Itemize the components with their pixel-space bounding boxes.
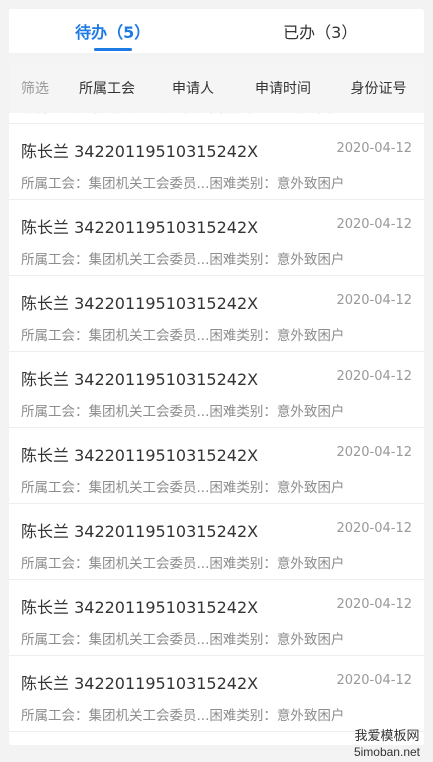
tab-active-indicator (93, 48, 132, 51)
item-title: 陈长兰 34220119510315242X (21, 142, 259, 161)
item-details: 所属工会：集团机关工会委员...困难类别：意外致困户 (21, 176, 345, 192)
list-item[interactable]: 陈长兰 34220119510315242X 2020-04-12 所属工会：集团机… (9, 428, 424, 504)
application-list[interactable]: 陈长兰 34220119510315242X 2020-04-12 所属工会：集团机… (9, 113, 424, 745)
list-item[interactable]: 陈长兰 34220119510315242X 2020-04-12 所属工会：集团机… (9, 276, 424, 352)
watermark: 我爱模板网 5imoban.net (354, 728, 420, 760)
item-title: 陈长兰 34220119510315242X (21, 218, 259, 237)
watermark-cn: 我爱模板网 (354, 728, 420, 743)
item-date: 2020-04-12 (336, 597, 412, 612)
list-item[interactable]: 陈长兰 34220119510315242X 2020-04-12 所属工会：集团机… (9, 352, 424, 428)
item-date: 2020-04-12 (336, 521, 412, 536)
item-details: 所属工会：集团机关工会委员...困难类别：意外致困户 (21, 252, 345, 268)
filter-id-number[interactable]: 身份证号 (333, 78, 424, 98)
tab-done-label: 已办（3） (283, 23, 358, 42)
item-details: 所属工会：集团机关工会委员...困难类别：意外致困户 (21, 328, 345, 344)
list-item[interactable]: 陈长兰 34220119510315242X 2020-04-12 所属工会：集团机… (9, 124, 424, 200)
filter-apply-time[interactable]: 申请时间 (233, 78, 333, 98)
item-date: 2020-04-12 (336, 141, 412, 156)
application-list-scroll: 陈长兰 34220119510315242X 2020-04-12 所属工会：集团机… (9, 113, 424, 732)
item-date: 2020-04-12 (336, 673, 412, 688)
item-details: 所属工会：集团机关工会委员...困难类别：意外致困户 (21, 480, 345, 496)
filter-union[interactable]: 所属工会 (61, 78, 153, 98)
tab-pending[interactable]: 待办（5） (9, 9, 217, 53)
list-item[interactable]: 陈长兰 34220119510315242X 2020-04-12 所属工会：集团机… (9, 200, 424, 276)
item-title: 陈长兰 34220119510315242X (21, 446, 259, 465)
list-item[interactable]: 陈长兰 34220119510315242X 2020-04-12 所属工会：集团机… (9, 656, 424, 732)
item-details: 所属工会：集团机关工会委员...困难类别：意外致困户 (21, 404, 345, 420)
item-title: 陈长兰 34220119510315242X (21, 370, 259, 389)
item-date: 2020-04-12 (336, 217, 412, 232)
item-date: 2020-04-12 (336, 445, 412, 460)
filter-applicant[interactable]: 申请人 (153, 78, 233, 98)
filter-label: 筛选 (21, 81, 49, 97)
item-title: 陈长兰 34220119510315242X (21, 294, 259, 313)
list-item[interactable]: 陈长兰 34220119510315242X 2020-04-12 所属工会：集团机… (9, 504, 424, 580)
item-details: 所属工会：集团机关工会委员...困难类别：意外致困户 (21, 113, 344, 116)
item-details: 所属工会：集团机关工会委员...困难类别：意外致困户 (21, 632, 345, 648)
app-frame: 待办（5） 已办（3） 筛选 所属工会 申请人 申请时间 身份证号 陈长兰 34… (9, 9, 424, 745)
tab-done[interactable]: 已办（3） (217, 9, 425, 53)
item-date: 2020-04-12 (336, 293, 412, 308)
tab-pending-label: 待办（5） (75, 23, 151, 42)
item-details: 所属工会：集团机关工会委员...困难类别：意外致困户 (21, 556, 345, 572)
item-date: 2020-04-12 (336, 369, 412, 384)
filter-bar: 筛选 所属工会 申请人 申请时间 身份证号 (9, 63, 424, 113)
list-item[interactable]: 陈长兰 34220119510315242X 2020-04-12 所属工会：集团机… (9, 580, 424, 656)
tab-filter-divider (9, 53, 424, 63)
list-item[interactable]: 陈长兰 34220119510315242X2020-04-12所属工会：集团机… (9, 113, 424, 124)
item-title: 陈长兰 34220119510315242X (21, 598, 259, 617)
watermark-en: 5imoban.net (353, 745, 420, 759)
item-title: 陈长兰 34220119510315242X (21, 522, 259, 541)
tab-bar: 待办（5） 已办（3） (9, 9, 424, 53)
item-details: 所属工会：集团机关工会委员...困难类别：意外致困户 (21, 708, 345, 724)
item-title: 陈长兰 34220119510315242X (21, 674, 259, 693)
